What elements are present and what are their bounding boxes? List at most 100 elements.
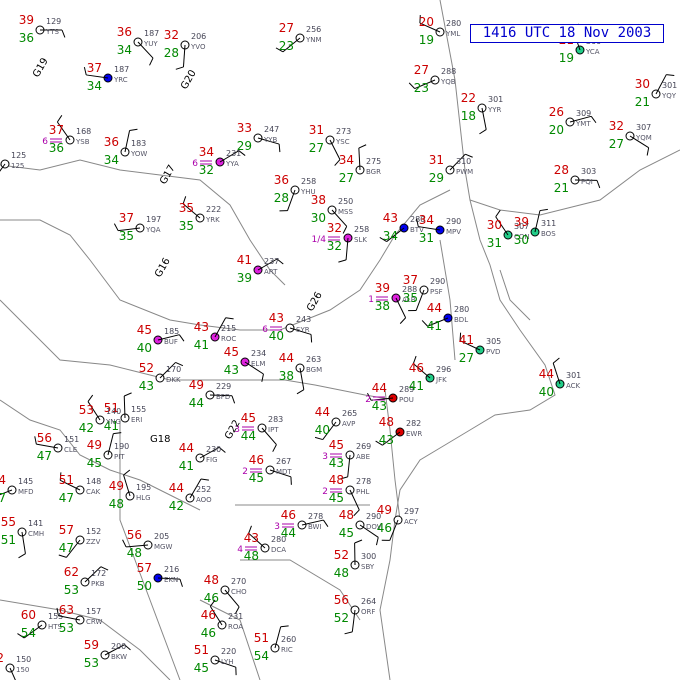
- wind-barb-feather-icon: [56, 115, 63, 123]
- visibility-label: 6: [42, 137, 48, 147]
- pressure-label: 278: [356, 477, 371, 486]
- station-id-label: PWM: [456, 168, 473, 176]
- dewpoint-label: 47: [59, 541, 74, 555]
- pressure-label: 215: [221, 324, 236, 333]
- pressure-label: 185: [164, 327, 179, 336]
- station-cle: 56 47 151 CLE: [34, 431, 79, 463]
- temperature-label: 45: [329, 438, 344, 452]
- wind-barb-feather-icon: [261, 373, 264, 382]
- pressure-label: 297: [404, 507, 419, 516]
- pressure-label: 129: [46, 17, 61, 26]
- station-id-label: PSF: [430, 288, 443, 296]
- temperature-label: 41: [459, 333, 474, 347]
- station-id-label: AOO: [196, 496, 212, 504]
- dewpoint-label: 20: [549, 123, 564, 137]
- dewpoint-label: 43: [372, 399, 387, 413]
- pressure-label: 230: [206, 445, 221, 454]
- temperature-label: 60: [21, 608, 36, 622]
- pressure-label: 270: [231, 577, 246, 586]
- temperature-label: 36: [117, 25, 132, 39]
- dewpoint-label: 46: [201, 626, 216, 640]
- temperature-label: 48: [339, 508, 354, 522]
- temperature-label: 43: [383, 211, 398, 225]
- temperature-label: 36: [104, 135, 119, 149]
- pressure-label: 170: [166, 365, 181, 374]
- pressure-label: 290: [446, 217, 461, 226]
- temperature-label: 49: [109, 479, 124, 493]
- dewpoint-label: 41: [427, 319, 442, 333]
- wind-barb-feather-icon: [58, 554, 67, 558]
- station-id-label: CRW: [86, 618, 102, 626]
- wind-barb-feather-icon: [495, 209, 501, 218]
- station-yyr: 22 18 301 YYR: [461, 91, 503, 135]
- pressure-label: 273: [336, 127, 351, 136]
- visibility-label: 4: [237, 545, 243, 555]
- station-acy: 4946297ACY: [377, 503, 419, 541]
- pressure-label: 187: [114, 65, 129, 74]
- dewpoint-label: 28: [274, 191, 289, 205]
- station-id-label: CHO: [231, 588, 247, 596]
- temperature-label: 54: [0, 473, 6, 487]
- wind-barb-feather-icon: [225, 317, 234, 320]
- temperature-label: 31: [309, 123, 324, 137]
- station-id-label: MFD: [18, 488, 33, 496]
- dewpoint-label: 43: [224, 363, 239, 377]
- dewpoint-label: 48: [334, 566, 349, 580]
- pressure-label: 155: [131, 405, 146, 414]
- dewpoint-label: 40: [315, 423, 330, 437]
- temperature-label: 45: [137, 323, 152, 337]
- temperature-label: 56: [334, 593, 349, 607]
- wind-barb-feather-icon: [178, 334, 185, 342]
- dewpoint-label: 34: [104, 153, 119, 167]
- wind-barb-feather-icon: [552, 357, 560, 364]
- temperature-label: 46: [281, 508, 296, 522]
- station-art: 41 39 237 ART: [237, 253, 284, 285]
- wind-barb-feather-icon: [272, 444, 277, 452]
- station-id-label: ART: [264, 268, 278, 276]
- dewpoint-label: 44: [241, 429, 256, 443]
- temperature-label: 26: [549, 105, 564, 119]
- station-id-label: YML: [445, 30, 460, 38]
- marker-g20: G20: [179, 68, 199, 91]
- wind-barb-feather-icon: [590, 116, 597, 124]
- temperature-label: 45: [224, 345, 239, 359]
- dewpoint-label: 44: [189, 396, 204, 410]
- dewpoint-label: 47: [37, 449, 52, 463]
- station-id-label: ERI: [131, 416, 142, 424]
- dewpoint-label: 38: [279, 369, 294, 383]
- station-id-label: MSS: [338, 208, 353, 216]
- station-id-label: JFK: [435, 376, 447, 384]
- marker-g26: G26: [305, 290, 325, 313]
- station-id-label: FIG: [206, 456, 218, 464]
- temperature-label: 52: [334, 548, 349, 562]
- temperature-label: 27: [279, 21, 294, 35]
- pressure-label: 243: [296, 315, 311, 324]
- dewpoint-label: 27: [309, 141, 324, 155]
- visibility-label: 1/4: [312, 235, 327, 245]
- station-id-label: ELM: [251, 360, 265, 368]
- dewpoint-label: 47: [0, 491, 6, 505]
- dewpoint-label: 19: [419, 33, 434, 47]
- temperature-label: 56: [37, 431, 52, 445]
- wind-barb-feather-icon: [122, 539, 127, 548]
- temperature-label: 39: [375, 281, 390, 295]
- visibility-label: 2: [365, 395, 371, 405]
- dewpoint-label: 35: [403, 291, 418, 305]
- station-orf: 56 52 264 ORF: [334, 593, 376, 635]
- temperature-label: 32: [609, 119, 624, 133]
- pressure-label: 288: [441, 67, 456, 76]
- temperature-label: 56: [127, 528, 142, 542]
- station-id-label: BWI: [308, 523, 322, 531]
- temperature-label: 37: [87, 61, 102, 75]
- station-pqi: 28 21 303 PQI: [554, 163, 601, 195]
- temperature-label: 51: [254, 631, 269, 645]
- station-id-label: ORF: [361, 608, 375, 616]
- station-id-label: BOS: [541, 230, 556, 238]
- visibility-label: 6: [192, 159, 198, 169]
- dewpoint-label: 36: [19, 31, 34, 45]
- station-crw: 63 53 157 CRW: [56, 603, 102, 635]
- temperature-label: 46: [201, 608, 216, 622]
- station-id-label: ROC: [221, 335, 236, 343]
- dewpoint-label: 41: [194, 338, 209, 352]
- station-id-label: YQY: [661, 92, 677, 100]
